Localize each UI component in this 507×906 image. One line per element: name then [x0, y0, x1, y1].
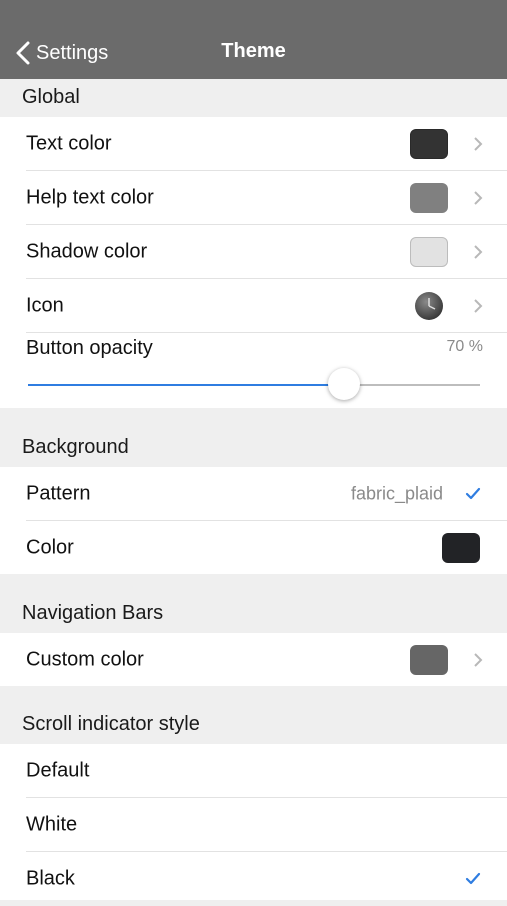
- background-color-row[interactable]: Color: [0, 521, 507, 574]
- section-header-background: Background: [0, 408, 507, 467]
- help-text-color-label: Help text color: [26, 186, 154, 209]
- chevron-right-icon: [474, 652, 483, 667]
- background-group: Pattern fabric_plaid Color: [0, 467, 507, 574]
- scroll-option-black[interactable]: Black: [0, 852, 507, 906]
- pattern-label: Pattern: [26, 482, 91, 505]
- icon-row[interactable]: Icon: [0, 279, 507, 333]
- pattern-row[interactable]: Pattern fabric_plaid: [0, 467, 507, 521]
- chevron-right-icon: [474, 245, 483, 259]
- background-color-label: Color: [26, 536, 74, 558]
- help-text-color-row[interactable]: Help text color: [0, 171, 507, 225]
- button-opacity-slider[interactable]: [28, 368, 480, 400]
- custom-color-label: Custom color: [26, 648, 144, 670]
- text-color-swatch: [410, 129, 448, 159]
- slider-fill: [28, 384, 345, 386]
- button-opacity-value: 70 %: [446, 338, 483, 355]
- clock-icon: [415, 292, 443, 320]
- page-title: Theme: [221, 40, 286, 62]
- section-header-scroll-indicator: Scroll indicator style: [0, 686, 507, 744]
- shadow-color-swatch: [410, 237, 448, 267]
- text-color-label: Text color: [26, 132, 112, 155]
- shadow-color-label: Shadow color: [26, 240, 148, 263]
- button-opacity-label: Button opacity: [26, 337, 153, 359]
- scroll-option-black-label: Black: [26, 867, 75, 890]
- global-group: Text color Help text color Shadow color …: [0, 117, 507, 408]
- navigation-bar: Settings Theme: [0, 0, 507, 79]
- section-header-global: Global: [0, 79, 507, 117]
- navigation-bars-group: Custom color: [0, 633, 507, 686]
- scroll-indicator-group: Default White Black: [0, 744, 507, 900]
- checkmark-icon: [465, 872, 481, 885]
- scroll-option-default-label: Default: [26, 759, 90, 782]
- chevron-right-icon: [474, 191, 483, 205]
- scroll-option-white-label: White: [26, 813, 78, 836]
- chevron-right-icon: [474, 299, 483, 313]
- chevron-right-icon: [474, 137, 483, 151]
- custom-color-swatch: [410, 644, 448, 675]
- icon-label: Icon: [26, 294, 64, 317]
- checkmark-icon: [465, 487, 481, 500]
- custom-color-row[interactable]: Custom color: [0, 633, 507, 686]
- scroll-option-white[interactable]: White: [0, 798, 507, 852]
- background-color-swatch: [442, 532, 480, 563]
- section-header-navigation-bars: Navigation Bars: [0, 574, 507, 633]
- text-color-row[interactable]: Text color: [0, 117, 507, 171]
- shadow-color-row[interactable]: Shadow color: [0, 225, 507, 279]
- scroll-option-default[interactable]: Default: [0, 744, 507, 798]
- pattern-value: fabric_plaid: [350, 483, 443, 504]
- help-text-color-swatch: [410, 183, 448, 213]
